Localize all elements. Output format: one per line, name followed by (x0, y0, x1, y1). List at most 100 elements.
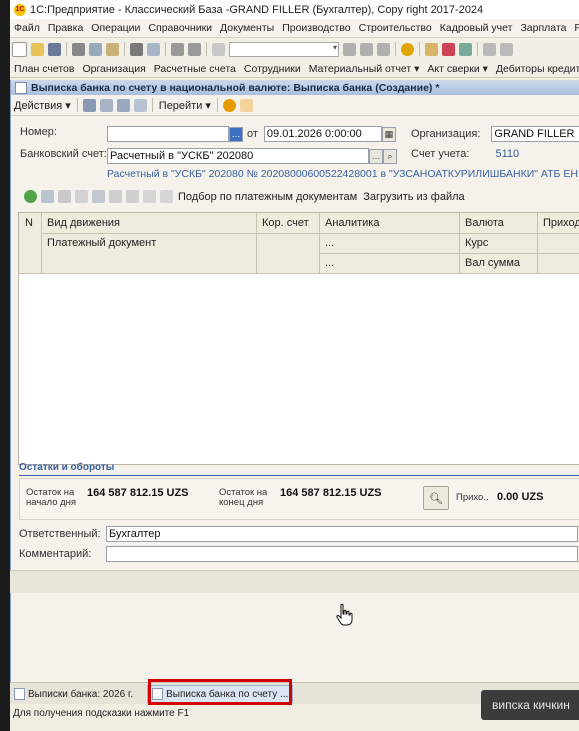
document-icon (15, 81, 27, 94)
cut-icon[interactable] (72, 42, 85, 56)
move-down-icon[interactable] (126, 190, 139, 203)
pick-payment-docs-button[interactable]: Подбор по платежным документам (178, 191, 357, 203)
subcol-rate[interactable]: Курс (465, 237, 488, 249)
calculator-icon[interactable] (425, 42, 438, 56)
save-icon[interactable] (48, 42, 61, 56)
table-header: N Вид движения Кор. счет Аналитика Валют… (19, 213, 579, 274)
find-prev-icon[interactable] (360, 42, 373, 56)
help-icon[interactable] (222, 98, 236, 112)
number-edit-button[interactable]: … (229, 126, 243, 142)
menu-construction[interactable]: Строительство (355, 22, 436, 34)
income-value: 0.00 UZS (497, 491, 544, 503)
actions-menu-button[interactable]: Действия ▾ (11, 99, 74, 112)
end-balance-label-2: конец дня (219, 497, 264, 508)
menu-documents[interactable]: Документы (216, 22, 278, 34)
post-close-icon[interactable] (116, 98, 130, 112)
settings-icon[interactable] (459, 42, 472, 56)
quick-chart-of-accounts[interactable]: План счетов (10, 63, 78, 75)
bank-account-select-button[interactable]: … (369, 148, 383, 164)
menu-reports[interactable]: Ре (570, 22, 579, 34)
new-document-icon[interactable] (12, 41, 27, 57)
col-corr-account[interactable]: Кор. счет (262, 217, 309, 229)
col-divider (459, 213, 460, 273)
toolbar-divider (206, 42, 207, 56)
sort-desc-icon[interactable] (160, 190, 173, 203)
bank-account-row: Банковский счет: (20, 148, 107, 160)
task-bank-statements-list[interactable]: Выписки банка: 2026 г. (10, 686, 137, 702)
find-next-icon[interactable] (343, 42, 356, 56)
responsible-input[interactable]: Бухгалтер (106, 526, 578, 542)
edit-row-icon[interactable] (58, 190, 71, 203)
movements-icon[interactable] (133, 98, 147, 112)
add-row-icon[interactable] (24, 190, 37, 203)
col-currency[interactable]: Валюта (465, 217, 504, 229)
subcol-analytics-2[interactable]: ... (325, 237, 334, 249)
menu-references[interactable]: Справочники (144, 22, 216, 34)
date-input[interactable]: 09.01.2026 0:00:00 (263, 126, 382, 142)
row-divider (319, 253, 579, 254)
load-from-file-button[interactable]: Загрузить из файла (363, 191, 464, 203)
date-label: от (247, 128, 258, 140)
operations-table[interactable]: N Вид движения Кор. счет Аналитика Валют… (18, 212, 579, 465)
find-icon[interactable] (377, 42, 390, 56)
menu-salary[interactable]: Зарплата (516, 22, 570, 34)
bank-details-row: Расчетный в "УСКБ" 202080 № 202080006005… (107, 168, 578, 180)
col-analytics[interactable]: Аналитика (325, 217, 379, 229)
comment-label: Комментарий: (19, 548, 92, 560)
copy-icon[interactable] (89, 42, 102, 56)
menu-production[interactable]: Производство (278, 22, 354, 34)
quick-employees[interactable]: Сотрудники (240, 63, 305, 75)
subcol-payment-doc[interactable]: Платежный документ (47, 237, 156, 249)
video-caption-overlay: випска кичкин (481, 690, 579, 720)
open-folder-icon[interactable] (31, 42, 44, 56)
info-icon[interactable] (401, 42, 414, 56)
calendar-picker-icon[interactable]: ▦ (381, 126, 396, 142)
calendar-icon[interactable] (442, 42, 455, 56)
menu-operations[interactable]: Операции (87, 22, 144, 34)
bank-details-link[interactable]: Расчетный в "УСКБ" 202080 № 202080006005… (107, 168, 578, 180)
quick-debtors-creditors[interactable]: Дебиторы кредиторы ▾ (492, 63, 579, 75)
menu-hr[interactable]: Кадровый учет (436, 22, 517, 34)
quick-organization[interactable]: Организация (78, 63, 149, 75)
col-n[interactable]: N (25, 217, 33, 229)
document-bottom-bar (10, 570, 579, 593)
memory-m-icon[interactable] (483, 42, 496, 56)
preview-icon[interactable] (147, 42, 160, 56)
quick-material-report[interactable]: Материальный отчет ▾ (305, 63, 424, 75)
bank-account-open-icon[interactable]: ⌕ (383, 148, 397, 164)
organization-input[interactable]: GRAND FILLER (491, 126, 579, 142)
sort-asc-icon[interactable] (143, 190, 156, 203)
quick-bank-accounts[interactable]: Расчетные счета (150, 63, 240, 75)
menu-edit[interactable]: Правка (44, 22, 87, 34)
toolbar-search-input[interactable]: ▾ (229, 41, 339, 57)
magnifier-button[interactable]: 🔍︎ (423, 486, 449, 510)
debit-credit-icon[interactable] (239, 98, 253, 112)
copy-row-icon[interactable] (41, 190, 54, 203)
number-row: Номер: (20, 126, 57, 138)
menu-file[interactable]: Файл (10, 22, 44, 34)
subcol-currency-sum[interactable]: Вал сумма (465, 257, 520, 269)
save-doc-icon[interactable] (99, 98, 113, 112)
col-income[interactable]: Приход (543, 217, 579, 229)
bank-account-input[interactable]: Расчетный в "УСКБ" 202080 (107, 148, 369, 164)
print-icon[interactable] (130, 42, 143, 56)
hand-cursor-icon (336, 603, 353, 626)
account-value[interactable]: 5110 (495, 148, 519, 160)
undo-icon[interactable] (171, 42, 184, 56)
move-up-icon[interactable] (109, 190, 122, 203)
subcol-analytics-3[interactable]: ... (325, 257, 334, 269)
paste-icon[interactable] (106, 42, 119, 56)
quick-reconciliation[interactable]: Акт сверки ▾ (423, 63, 491, 75)
redo-icon[interactable] (188, 42, 201, 56)
end-edit-icon[interactable] (92, 190, 105, 203)
toolbar-divider (216, 98, 218, 112)
delete-row-icon[interactable] (75, 190, 88, 203)
goto-menu-button[interactable]: Перейти ▾ (156, 99, 214, 112)
post-icon[interactable] (82, 98, 96, 112)
number-input[interactable] (107, 126, 229, 142)
col-movement[interactable]: Вид движения (47, 217, 120, 229)
highlight-box (148, 679, 292, 705)
search-icon[interactable] (212, 42, 225, 56)
comment-input[interactable] (106, 546, 578, 562)
memory-m-plus-icon[interactable] (500, 42, 513, 56)
